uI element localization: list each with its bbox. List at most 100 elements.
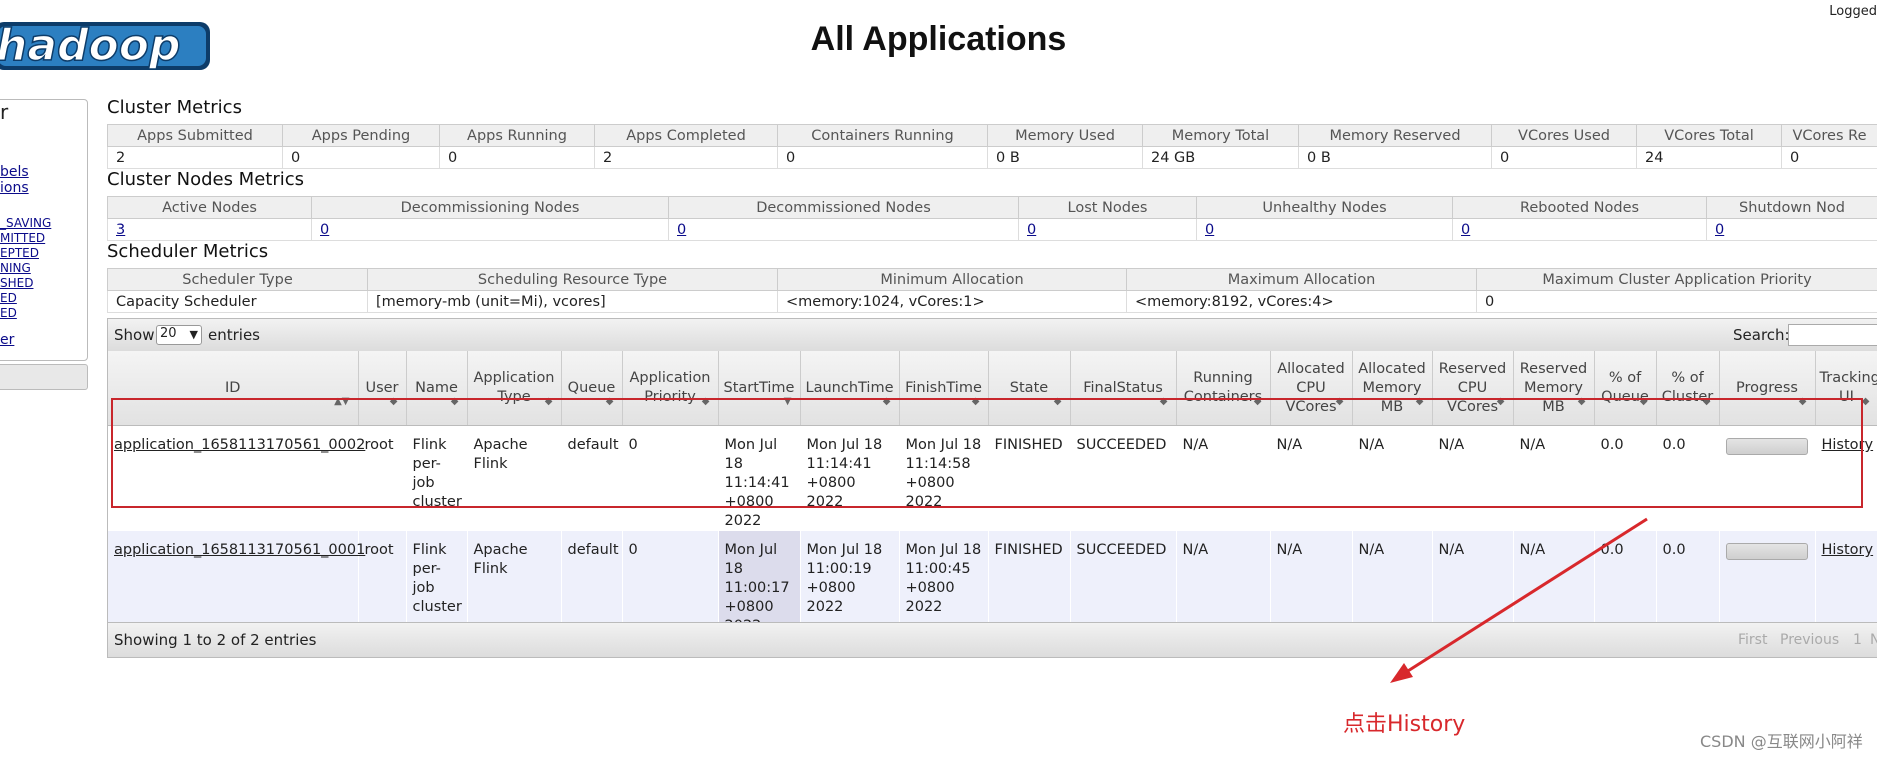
cell-running-containers: N/A [1176, 531, 1271, 636]
nav-state-submitted[interactable]: MITTED [0, 231, 45, 245]
entries-label: entries [208, 326, 260, 344]
cell-pct-queue: 0.0 [1594, 531, 1657, 636]
node-metric-header: Lost Nodes [1018, 196, 1197, 219]
applications-toolbar: Show 20 ▼ entries Search: [108, 319, 1877, 352]
node-metric-header: Unhealthy Nodes [1196, 196, 1453, 219]
cell-priority: 0 [622, 531, 719, 636]
metric-header: Apps Submitted [107, 124, 283, 147]
chevron-down-icon: ▼ [189, 328, 198, 341]
history-link[interactable]: History [1822, 542, 1874, 558]
col-label: FinalStatus [1083, 379, 1163, 396]
cell-finalstatus: SUCCEEDED [1070, 531, 1177, 636]
nav-state-new-saving[interactable]: _SAVING [0, 216, 51, 230]
cell-queue: default [561, 531, 623, 636]
node-metric-link[interactable]: 0 [1452, 218, 1707, 241]
metric-header: Apps Running [439, 124, 595, 147]
node-metric-link[interactable]: 3 [107, 218, 312, 241]
metric-value: 0 [1491, 146, 1637, 169]
metric-header: Memory Reserved [1298, 124, 1492, 147]
logged-in-label: Logged [1829, 4, 1877, 19]
metric-header: Apps Pending [282, 124, 440, 147]
metric-value: 0 [282, 146, 440, 169]
cell-state: FINISHED [988, 531, 1071, 636]
progress-bar [1725, 543, 1808, 560]
page-size-select[interactable]: 20 ▼ [156, 325, 202, 345]
nav-state-finished[interactable]: SHED [0, 276, 33, 290]
scheduler-value: <memory:1024, vCores:1> [777, 290, 1127, 313]
node-metric-header: Shutdown Nod [1706, 196, 1877, 219]
nav-link-node-labels[interactable]: bels [0, 164, 29, 180]
nav-tools-panel[interactable] [0, 364, 88, 390]
pager-page-1[interactable]: 1 [1853, 632, 1862, 648]
applications-footer: Showing 1 to 2 of 2 entries First Previo… [108, 622, 1877, 657]
cell-finishtime: Mon Jul 18 11:00:45 +0800 2022 [899, 531, 989, 636]
metric-value: 24 [1636, 146, 1782, 169]
pager-next[interactable]: N [1870, 632, 1877, 648]
cell-launchtime: Mon Jul 18 11:00:19 +0800 2022 [800, 531, 900, 636]
cell-reserved-memory: N/A [1513, 531, 1595, 636]
cell-allocated-cpu: N/A [1270, 531, 1353, 636]
pager-first[interactable]: First [1738, 632, 1767, 648]
metric-header: Memory Used [987, 124, 1143, 147]
nav-link-applications[interactable]: ions [0, 180, 29, 196]
metric-header: Containers Running [777, 124, 988, 147]
metric-value: 2 [107, 146, 283, 169]
metric-value: 24 GB [1142, 146, 1299, 169]
node-metric-link[interactable]: 0 [668, 218, 1019, 241]
pager-previous[interactable]: Previous [1780, 632, 1839, 648]
cell-allocated-memory: N/A [1352, 531, 1433, 636]
watermark: CSDN @互联网小阿祥 [1700, 732, 1863, 751]
cell-progress [1719, 531, 1816, 636]
scheduler-header: Scheduler Type [107, 268, 368, 291]
nav-link-scheduler[interactable]: er [0, 332, 14, 348]
node-metric-link[interactable]: 0 [1018, 218, 1197, 241]
cell-user: root [358, 531, 407, 636]
scheduler-header: Minimum Allocation [777, 268, 1127, 291]
annotation-text: 点击History [1343, 712, 1466, 737]
scheduler-metrics-title: Scheduler Metrics [107, 241, 269, 262]
nav-state-accepted[interactable]: EPTED [0, 246, 39, 260]
metric-value: 0 [777, 146, 988, 169]
metric-header: VCores Total [1636, 124, 1782, 147]
scheduler-header: Scheduling Resource Type [367, 268, 778, 291]
node-metric-link[interactable]: 0 [1706, 218, 1877, 241]
metric-value: 0 [1781, 146, 1877, 169]
cluster-metrics-title: Cluster Metrics [107, 97, 242, 118]
metric-header: VCores Used [1491, 124, 1637, 147]
nav-state-failed[interactable]: ED [0, 291, 17, 305]
metric-value: 2 [594, 146, 778, 169]
node-metric-header: Decommissioning Nodes [311, 196, 669, 219]
node-metric-link[interactable]: 0 [1196, 218, 1453, 241]
metric-header: Apps Completed [594, 124, 778, 147]
scheduler-header: Maximum Allocation [1126, 268, 1477, 291]
cell-starttime: Mon Jul 18 11:00:17 +0800 2022 [718, 531, 801, 636]
cell-pct-cluster: 0.0 [1656, 531, 1720, 636]
entries-info: Showing 1 to 2 of 2 entries [114, 631, 317, 649]
node-metric-link[interactable]: 0 [311, 218, 669, 241]
scheduler-value: <memory:8192, vCores:4> [1126, 290, 1477, 313]
node-metric-header: Rebooted Nodes [1452, 196, 1707, 219]
col-label: LaunchTime [805, 379, 894, 396]
table-row: application_1658113170561_0001 root Flin… [108, 531, 1877, 636]
metric-value: 0 B [1298, 146, 1492, 169]
search-input[interactable] [1788, 324, 1877, 346]
scheduler-metrics-table: Scheduler Type Scheduling Resource Type … [107, 268, 1877, 313]
col-label: ID [225, 379, 241, 396]
scheduler-value: Capacity Scheduler [107, 290, 368, 313]
cluster-metrics-table: Apps Submitted Apps Pending Apps Running… [107, 124, 1877, 169]
app-id-cell: application_1658113170561_0001 [108, 531, 365, 636]
metric-header: Memory Total [1142, 124, 1299, 147]
app-id-link[interactable]: application_1658113170561_0001 [114, 542, 365, 558]
node-metrics-table: Active Nodes Decommissioning Nodes Decom… [107, 196, 1877, 241]
cell-tracking-ui: History [1815, 531, 1877, 636]
nav-state-running[interactable]: NING [0, 261, 31, 275]
show-label: Show [114, 326, 155, 344]
col-label: Progress [1736, 379, 1798, 396]
cell-type: Apache Flink [467, 531, 562, 636]
nav-state-killed[interactable]: ED [0, 306, 17, 320]
scheduler-header: Maximum Cluster Application Priority [1476, 268, 1877, 291]
metric-value: 0 B [987, 146, 1143, 169]
highlight-box [111, 398, 1863, 508]
node-metric-header: Active Nodes [107, 196, 312, 219]
page-title: All Applications [810, 20, 1067, 58]
